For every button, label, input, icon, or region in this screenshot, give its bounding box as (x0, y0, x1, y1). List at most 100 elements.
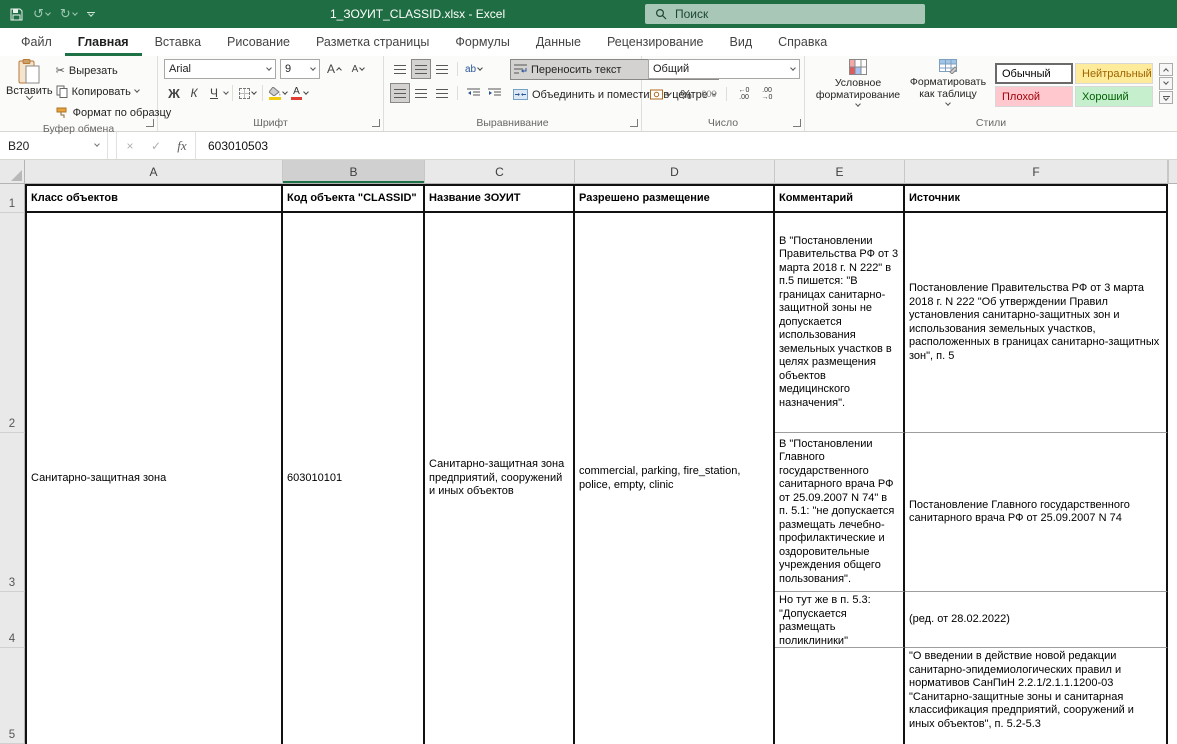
tab-file[interactable]: Файл (8, 28, 65, 56)
row-header-3[interactable]: 3 (0, 433, 25, 592)
cell-f4[interactable]: (ред. от 28.02.2022) (905, 592, 1168, 648)
column-header-c[interactable]: C (425, 160, 575, 184)
save-icon[interactable] (10, 8, 23, 21)
italic-button[interactable]: К (184, 83, 204, 103)
tab-page-layout[interactable]: Разметка страницы (303, 28, 442, 56)
chevron-down-icon[interactable] (223, 89, 229, 95)
increase-decimal-button[interactable]: ←0.00 (734, 84, 754, 104)
style-chip-neutral[interactable]: Нейтральный (1075, 63, 1153, 84)
row-header-2[interactable]: 2 (0, 213, 25, 433)
column-header-filler (1168, 160, 1177, 184)
cell-c2-merged[interactable]: Санитарно-защитная зона предприятий, соо… (425, 213, 575, 744)
enter-button[interactable]: ✓ (143, 132, 169, 159)
font-color-button[interactable]: А (289, 83, 310, 103)
align-bottom-button[interactable] (432, 59, 452, 79)
cell-e3[interactable]: В "Постановлении Главного государственно… (775, 433, 905, 592)
increase-indent-button[interactable] (484, 83, 504, 103)
cell-f5[interactable]: "О введении в действие новой редакции са… (905, 648, 1168, 744)
cell-a2-merged[interactable]: Санитарно-защитная зона (25, 213, 283, 744)
underline-button[interactable]: Ч (204, 83, 224, 103)
gallery-scroll-down-button[interactable] (1159, 77, 1173, 90)
tab-data[interactable]: Данные (523, 28, 594, 56)
cancel-button[interactable]: × (117, 132, 143, 159)
font-name-combobox[interactable]: Arial (164, 59, 276, 79)
row-header-4[interactable]: 4 (0, 592, 25, 648)
decrease-indent-button[interactable] (463, 83, 483, 103)
tab-help[interactable]: Справка (765, 28, 840, 56)
cell-a1[interactable]: Класс объектов (25, 184, 283, 213)
format-painter-button[interactable]: Формат по образцу (53, 102, 175, 123)
paste-button[interactable]: Вставить (6, 59, 53, 123)
cell-e1[interactable]: Комментарий (775, 184, 905, 213)
dialog-launcher-icon[interactable] (372, 119, 380, 127)
shrink-font-button[interactable]: А (348, 59, 368, 79)
align-middle-button[interactable] (411, 59, 431, 79)
select-all-corner[interactable] (0, 160, 25, 184)
row-header-1[interactable]: 1 (0, 184, 25, 213)
align-top-button[interactable] (390, 59, 410, 79)
cell-styles-gallery: Обычный Нейтральный Плохой Хороший (995, 59, 1153, 114)
cell-e2[interactable]: В "Постановлении Правительства РФ от 3 м… (775, 213, 905, 433)
tab-insert[interactable]: Вставка (142, 28, 214, 56)
percent-style-button[interactable]: % (676, 84, 696, 104)
cell-e4[interactable]: Но тут же в п. 5.3: "Допускается размеща… (775, 592, 905, 648)
gallery-scroll-up-button[interactable] (1159, 63, 1173, 76)
font-size-combobox[interactable]: 9 (280, 59, 320, 79)
style-chip-normal[interactable]: Обычный (995, 63, 1073, 84)
column-header-a[interactable]: A (25, 160, 283, 184)
align-right-button[interactable] (432, 83, 452, 103)
copy-button[interactable]: Копировать (53, 81, 175, 102)
insert-function-button[interactable]: fx (169, 132, 195, 159)
customize-quick-access-icon[interactable] (87, 12, 95, 16)
tab-home[interactable]: Главная (65, 28, 142, 56)
conditional-formatting-button[interactable]: Условное форматирование (815, 59, 901, 114)
bold-button[interactable]: Ж (164, 83, 184, 103)
cut-button[interactable]: ✂ Вырезать (53, 60, 175, 81)
format-as-table-button[interactable]: Форматировать как таблицу (907, 59, 989, 114)
conditional-formatting-icon (849, 59, 867, 75)
tab-formulas[interactable]: Формулы (442, 28, 522, 56)
orientation-button[interactable]: ab (463, 59, 484, 79)
accounting-format-button[interactable] (648, 84, 673, 104)
cell-d2-merged[interactable]: commercial, parking, fire_station, polic… (575, 213, 775, 744)
comma-style-button[interactable]: 000 (699, 84, 719, 104)
align-center-button[interactable] (411, 83, 431, 103)
banknote-icon (650, 89, 665, 100)
fill-color-button[interactable] (267, 83, 289, 103)
cell-f1[interactable]: Источник (905, 184, 1168, 213)
chevron-down-icon (88, 11, 94, 17)
search-input[interactable]: Поиск (645, 4, 925, 24)
gallery-more-button[interactable] (1159, 91, 1173, 104)
column-header-f[interactable]: F (905, 160, 1168, 184)
cell-d1[interactable]: Разрешено размещение (575, 184, 775, 213)
tab-view[interactable]: Вид (717, 28, 766, 56)
borders-button[interactable] (237, 83, 258, 103)
column-header-d[interactable]: D (575, 160, 775, 184)
grow-font-button[interactable]: А (324, 59, 344, 79)
tab-draw[interactable]: Рисование (214, 28, 303, 56)
cell-b1[interactable]: Код объекта "CLASSID" (283, 184, 425, 213)
align-left-button[interactable] (390, 83, 410, 103)
cell-e5[interactable] (775, 648, 905, 744)
column-header-e[interactable]: E (775, 160, 905, 184)
redo-button[interactable]: ↻ (60, 6, 77, 22)
tab-review[interactable]: Рецензирование (594, 28, 717, 56)
formula-bar-handle[interactable] (108, 132, 117, 159)
style-chip-good[interactable]: Хороший (1075, 86, 1153, 107)
style-chip-bad[interactable]: Плохой (995, 86, 1073, 107)
formula-input[interactable]: 603010503 (195, 132, 1177, 159)
name-box[interactable]: B20 (0, 132, 108, 159)
decrease-decimal-button[interactable]: .00→0 (757, 84, 777, 104)
cell-c1[interactable]: Название ЗОУИТ (425, 184, 575, 213)
column-header-b[interactable]: B (283, 160, 425, 184)
chevron-down-icon (1163, 79, 1169, 85)
row-header-5[interactable]: 5 (0, 648, 25, 744)
cell-b2-merged[interactable]: 603010101 (283, 213, 425, 744)
dialog-launcher-icon[interactable] (793, 119, 801, 127)
undo-button[interactable]: ↺ (33, 6, 50, 22)
cell-f3[interactable]: Постановление Главного государственного … (905, 433, 1168, 592)
dialog-launcher-icon[interactable] (630, 119, 638, 127)
number-format-combobox[interactable]: Общий (648, 59, 800, 79)
dialog-launcher-icon[interactable] (146, 119, 154, 127)
cell-f2[interactable]: Постановление Правительства РФ от 3 март… (905, 213, 1168, 433)
